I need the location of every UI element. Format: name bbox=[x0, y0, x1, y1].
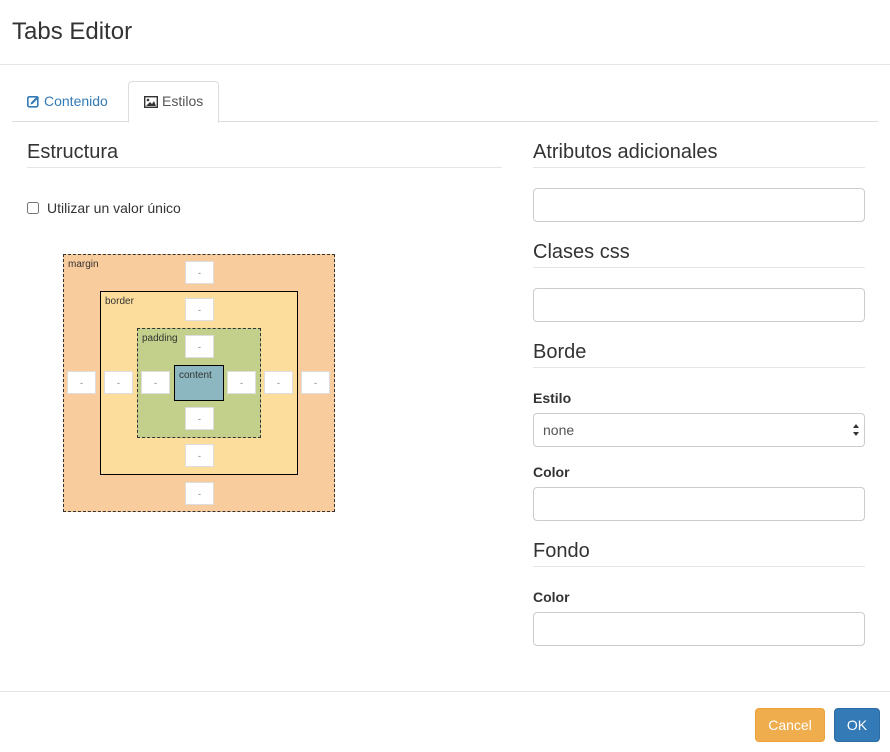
content-label: content bbox=[179, 370, 212, 381]
margin-bottom-input[interactable] bbox=[185, 482, 214, 505]
attributes-divider bbox=[533, 167, 865, 168]
border-heading: Borde bbox=[533, 341, 587, 363]
single-value-checkbox[interactable] bbox=[27, 202, 39, 214]
border-right-input[interactable] bbox=[264, 371, 293, 394]
border-bottom-input[interactable] bbox=[185, 444, 214, 467]
background-color-input[interactable] bbox=[533, 612, 865, 646]
margin-left-input[interactable] bbox=[67, 371, 96, 394]
cancel-button[interactable]: Cancel bbox=[755, 708, 825, 742]
padding-right-input[interactable] bbox=[227, 371, 256, 394]
tab-contenido[interactable]: Contenido bbox=[12, 81, 123, 122]
padding-label: padding bbox=[142, 333, 178, 344]
modal-header: Tabs Editor bbox=[0, 0, 890, 65]
structure-heading: Estructura bbox=[27, 141, 119, 163]
background-heading: Fondo bbox=[533, 540, 590, 562]
border-style-value: none bbox=[543, 422, 575, 438]
border-label: border bbox=[105, 296, 134, 307]
border-top-input[interactable] bbox=[185, 298, 214, 321]
border-divider bbox=[533, 367, 865, 368]
border-style-select[interactable]: none bbox=[533, 413, 865, 447]
single-value-label: Utilizar un valor único bbox=[47, 200, 181, 216]
background-color-label: Color bbox=[533, 589, 570, 605]
tab-estilos-label: Estilos bbox=[162, 93, 204, 109]
attributes-input[interactable] bbox=[533, 188, 865, 222]
background-divider bbox=[533, 566, 865, 567]
css-classes-input[interactable] bbox=[533, 288, 865, 322]
tab-bar: Contenido Estilos bbox=[12, 81, 878, 123]
border-color-label: Color bbox=[533, 464, 570, 480]
ok-button[interactable]: OK bbox=[834, 708, 880, 742]
edit-icon bbox=[27, 95, 40, 111]
css-classes-divider bbox=[533, 267, 865, 268]
margin-top-input[interactable] bbox=[185, 261, 214, 284]
tab-contenido-label: Contenido bbox=[44, 93, 108, 109]
image-icon bbox=[143, 95, 159, 111]
modal-title: Tabs Editor bbox=[12, 18, 133, 45]
css-classes-heading: Clases css bbox=[533, 241, 630, 263]
border-color-input[interactable] bbox=[533, 487, 865, 521]
border-style-label: Estilo bbox=[533, 390, 572, 406]
tab-estilos[interactable]: Estilos bbox=[128, 81, 220, 123]
select-arrows-icon bbox=[852, 422, 860, 438]
structure-divider bbox=[27, 167, 502, 168]
attributes-heading: Atributos adicionales bbox=[533, 141, 718, 163]
border-left-input[interactable] bbox=[104, 371, 133, 394]
margin-right-input[interactable] bbox=[301, 371, 330, 394]
padding-left-input[interactable] bbox=[141, 371, 170, 394]
padding-bottom-input[interactable] bbox=[185, 407, 214, 430]
margin-label: margin bbox=[68, 259, 99, 270]
padding-top-input[interactable] bbox=[185, 335, 214, 358]
modal-footer: Cancel OK bbox=[0, 691, 890, 752]
single-value-option[interactable]: Utilizar un valor único bbox=[27, 200, 181, 216]
